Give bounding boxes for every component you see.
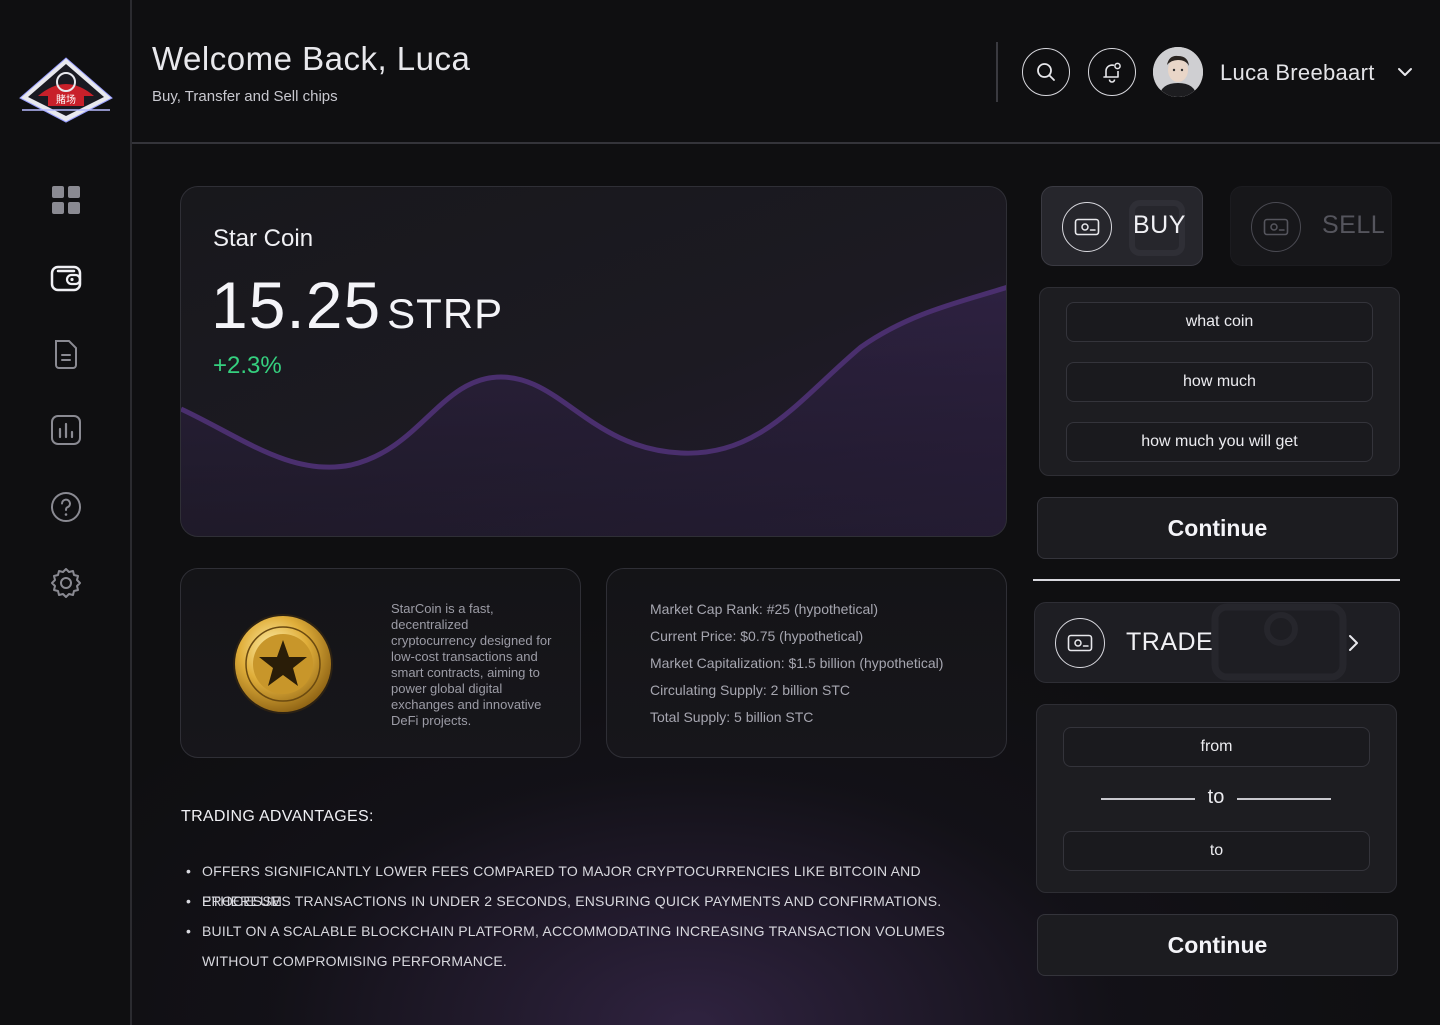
coin-change: +2.3%: [213, 352, 282, 379]
bullet: •: [186, 863, 192, 879]
bullet: •: [186, 923, 192, 939]
coin-price-value: 15.25: [211, 268, 382, 342]
trade-button[interactable]: TRADE: [1034, 602, 1400, 683]
coin-price-card: Star Coin 15.25 STRP +2.3%: [180, 186, 1007, 537]
tab-buy-label: BUY: [1133, 211, 1186, 239]
header-divider: [996, 42, 998, 102]
stat-total-supply: Total Supply: 5 billion STC: [650, 709, 814, 725]
cash-icon: [1263, 218, 1289, 236]
gear-icon: [51, 568, 81, 598]
sidebar-item-wallet[interactable]: [49, 261, 83, 295]
how-much-field[interactable]: how much: [1066, 362, 1373, 402]
sidebar-item-settings[interactable]: [49, 566, 83, 600]
tab-sell[interactable]: SELL: [1230, 186, 1392, 266]
stat-market-cap: Market Capitalization: $1.5 billion (hyp…: [650, 655, 944, 671]
bar-chart-icon: [51, 415, 81, 445]
app-logo[interactable]: 賭场: [18, 52, 114, 128]
sidebar-item-dashboard[interactable]: [49, 183, 83, 217]
stat-market-cap-rank: Market Cap Rank: #25 (hypothetical): [650, 601, 878, 617]
sidebar-item-help[interactable]: [49, 490, 83, 524]
chevron-down-icon: [1398, 68, 1412, 76]
sell-icon-ring: [1251, 202, 1301, 252]
advantages-title: TRADING ADVANTAGES:: [181, 808, 374, 825]
notifications-button[interactable]: [1088, 48, 1136, 96]
trade-label: TRADE: [1126, 628, 1214, 656]
page-title: Welcome Back, Luca: [152, 40, 471, 77]
cash-icon: [1067, 634, 1093, 652]
how-much-you-get-field[interactable]: how much you will get: [1066, 422, 1373, 462]
user-name[interactable]: Luca Breebaart: [1220, 60, 1375, 86]
buy-continue-button[interactable]: Continue: [1037, 497, 1398, 559]
tab-sell-label: SELL: [1322, 211, 1386, 239]
coin-name: Star Coin: [213, 225, 314, 252]
coin-price: 15.25 STRP: [211, 267, 503, 343]
header: Welcome Back, Luca Buy, Transfer and Sel…: [132, 0, 1440, 144]
coin-unit: STRP: [387, 290, 504, 337]
avatar[interactable]: [1153, 47, 1203, 97]
wallet-icon: [50, 265, 82, 292]
trade-from-field[interactable]: from: [1063, 727, 1370, 767]
stat-circulating-supply: Circulating Supply: 2 billion STC: [650, 682, 850, 698]
svg-text:賭场: 賭场: [56, 93, 76, 106]
coin-description-card: StarCoin is a fast, decentralized crypto…: [180, 568, 581, 758]
coin-description: StarCoin is a fast, decentralized crypto…: [391, 601, 552, 728]
trade-to-field[interactable]: to: [1063, 831, 1370, 871]
panel-divider: [1033, 579, 1400, 581]
trade-to-separator: to: [1101, 786, 1331, 812]
grid-icon: [52, 186, 80, 214]
buy-form-panel: what coin how much how much you will get: [1039, 287, 1400, 476]
sidebar-item-analytics[interactable]: [49, 413, 83, 447]
separator-line-right: [1237, 798, 1331, 800]
help-icon: [51, 492, 81, 522]
starcoin-coin-icon: [233, 614, 333, 714]
wallet-watermark-icon: [1211, 603, 1347, 681]
document-icon: [55, 340, 77, 369]
search-button[interactable]: [1022, 48, 1070, 96]
page-subtitle: Buy, Transfer and Sell chips: [152, 88, 338, 105]
tab-buy[interactable]: BUY: [1041, 186, 1203, 266]
chevron-right-icon: [1349, 635, 1358, 651]
stat-current-price: Current Price: $0.75 (hypothetical): [650, 628, 864, 644]
search-icon: [1037, 63, 1055, 81]
sidebar: 賭场: [0, 0, 132, 1025]
sidebar-item-documents[interactable]: [49, 337, 83, 371]
trade-continue-button[interactable]: Continue: [1037, 914, 1398, 976]
bell-icon: [1103, 62, 1121, 83]
coin-stats-card: Market Cap Rank: #25 (hypothetical) Curr…: [606, 568, 1007, 758]
bullet: •: [186, 893, 192, 909]
user-avatar-icon: [1153, 47, 1203, 97]
buy-icon-ring: [1062, 202, 1112, 252]
what-coin-field[interactable]: what coin: [1066, 302, 1373, 342]
cash-icon: [1074, 218, 1100, 236]
trade-icon-ring: [1055, 618, 1105, 668]
user-menu-chevron[interactable]: [1397, 64, 1413, 82]
